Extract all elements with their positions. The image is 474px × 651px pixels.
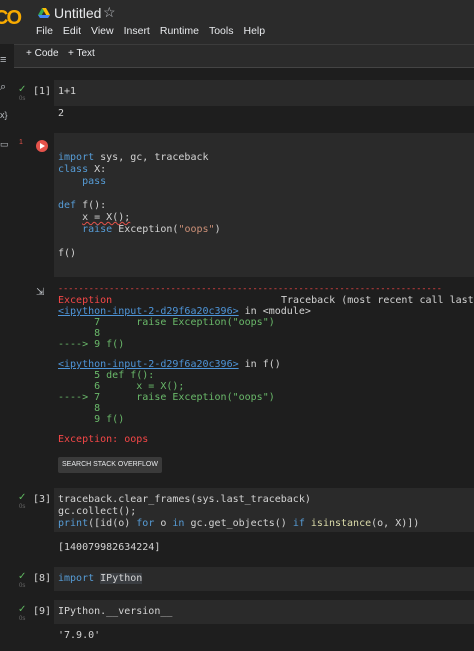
menu-edit[interactable]: Edit — [63, 25, 81, 37]
menu-icon[interactable]: ≡ — [0, 54, 6, 66]
files-icon[interactable]: ▭ — [0, 139, 9, 150]
search-stack-overflow-button[interactable]: SEARCH STACK OVERFLOW — [58, 457, 162, 473]
code-line[interactable]: def f(): — [58, 200, 106, 211]
app-header: CO Untitled ☆ File Edit View Insert Runt… — [0, 0, 474, 44]
code-line[interactable]: import sys, gc, traceback — [58, 152, 209, 163]
notebook-title[interactable]: Untitled — [54, 5, 101, 21]
frame-link[interactable]: <ipython-input-2-d29f6a20c396> — [58, 306, 239, 317]
menu-insert[interactable]: Insert — [124, 25, 150, 37]
frame-arrow-line: ----> 7 raise Exception("oops") — [58, 392, 275, 403]
toolbar: + Code + Text — [0, 44, 474, 68]
drive-icon — [38, 8, 50, 18]
cell-code[interactable]: 1+1 — [58, 86, 76, 97]
cell-prompt: [9] — [33, 606, 52, 617]
add-text-button[interactable]: + Text — [68, 48, 95, 59]
menu-view[interactable]: View — [91, 25, 114, 37]
run-success-icon: ✓ — [18, 492, 27, 503]
cell-output: 2 — [58, 108, 65, 119]
error-badge: 1 — [19, 139, 23, 146]
frame-line: 5 def f(): — [58, 370, 155, 381]
cell-prompt: [3] — [33, 494, 52, 505]
frame-line: 7 raise Exception("oops") — [58, 317, 275, 328]
exec-time: 0s — [19, 96, 26, 102]
traceback-header: Traceback (most recent call last) — [281, 295, 474, 306]
run-cell-error-icon[interactable] — [36, 140, 48, 152]
frame-1: <ipython-input-2-d29f6a20c396> in <modul… — [58, 306, 311, 317]
menu-file[interactable]: File — [36, 25, 53, 37]
code-line[interactable]: gc.collect(); — [58, 506, 136, 517]
add-code-button[interactable]: + Code — [26, 48, 59, 59]
frame-arrow-line: ----> 9 f() — [58, 339, 125, 350]
frame-line: 6 x = X(); — [58, 381, 185, 392]
code-line[interactable]: pass — [58, 176, 106, 187]
menu-bar: File Edit View Insert Runtime Tools Help — [36, 25, 265, 37]
exec-time: 0s — [19, 504, 26, 510]
exec-time: 0s — [19, 616, 26, 622]
run-success-icon: ✓ — [18, 571, 27, 582]
code-line[interactable]: print([id(o) for o in gc.get_objects() i… — [58, 518, 419, 529]
left-rail: ≡ ⌕ {x} ▭ — [0, 44, 14, 651]
frame-link[interactable]: <ipython-input-2-d29f6a20c396> — [58, 359, 239, 370]
colab-logo[interactable]: CO — [0, 7, 22, 30]
menu-runtime[interactable]: Runtime — [160, 25, 199, 37]
frame-line: 9 f() — [58, 414, 125, 425]
menu-tools[interactable]: Tools — [209, 25, 234, 37]
exception-type: Exception — [58, 295, 113, 306]
traceback-rule: ----------------------------------------… — [58, 284, 442, 294]
code-line[interactable]: class X: — [58, 164, 106, 175]
run-success-icon: ✓ — [18, 84, 27, 95]
cell-prompt: [1] — [33, 86, 52, 97]
cell-output: [140079982634224] — [58, 542, 161, 553]
run-success-icon: ✓ — [18, 604, 27, 615]
exception-message: Exception: oops — [58, 434, 149, 445]
variables-icon[interactable]: {x} — [0, 110, 8, 120]
cell-prompt: [8] — [33, 573, 52, 584]
menu-help[interactable]: Help — [243, 25, 265, 37]
frame-2: <ipython-input-2-d29f6a20c396> in f() — [58, 359, 281, 370]
code-line[interactable]: x = X(); — [58, 212, 130, 223]
frame-line: 8 — [58, 328, 101, 339]
code-line[interactable]: import IPython — [58, 573, 143, 584]
star-icon[interactable]: ☆ — [103, 4, 116, 21]
exec-time: 0s — [19, 583, 26, 589]
code-cell-1[interactable] — [54, 80, 474, 106]
code-line[interactable]: raise Exception("oops") — [58, 224, 221, 235]
code-line[interactable]: traceback.clear_frames(sys.last_tracebac… — [58, 494, 311, 505]
output-icon[interactable]: ⇲ — [36, 287, 44, 298]
code-line[interactable]: IPython.__version__ — [58, 606, 172, 617]
frame-line: 8 — [58, 403, 101, 414]
code-line[interactable]: f() — [58, 248, 76, 259]
search-icon[interactable]: ⌕ — [0, 81, 6, 94]
cell-output: '7.9.0' — [58, 630, 101, 641]
